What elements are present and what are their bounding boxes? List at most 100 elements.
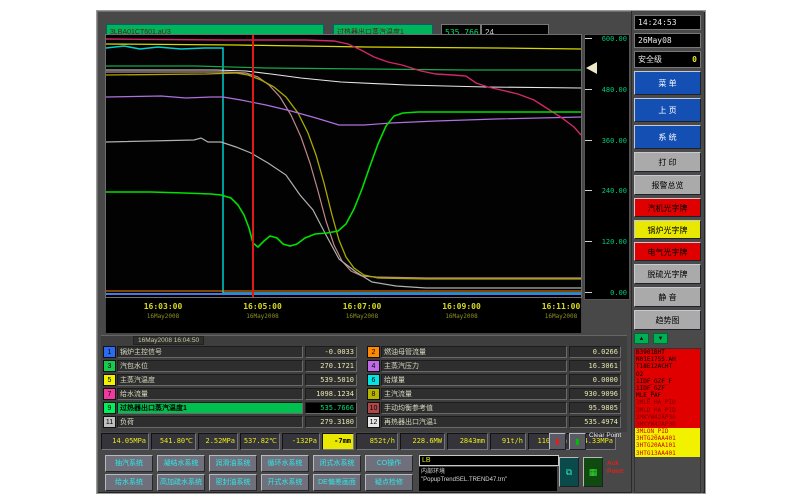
y-tick-label: 120.00 — [602, 238, 627, 246]
alarm-item-2[interactable]: N01E17SS.AH — [635, 356, 700, 363]
legend-point-value: 539.5010 — [305, 374, 357, 386]
trace-4 — [106, 96, 581, 125]
valve-indicator-button-2[interactable]: ▮ — [569, 433, 586, 450]
legend-point-name: 燃油母管流量 — [381, 346, 567, 358]
command-output: 内部环境 "PopupTrendSEL.TREND47.trn" — [419, 467, 557, 491]
alarm-page-up-button[interactable]: ▲ — [634, 333, 649, 344]
status-value-9[interactable]: 2843mm — [447, 433, 488, 450]
toolbar-button-r1-6[interactable]: CO操作 — [365, 455, 413, 472]
sidebar-button-3[interactable]: 系 统 — [634, 125, 701, 149]
sidebar-button-8[interactable]: 电气光字牌 — [634, 242, 701, 261]
y-tick — [585, 292, 592, 293]
alarm-item-13[interactable]: 3HTG20AA401 — [635, 435, 700, 442]
toolbar-button-r2-4[interactable]: 开式水系统 — [261, 474, 309, 491]
legend-point-name: 主蒸汽温度 — [117, 374, 303, 386]
clear-point-label[interactable]: Clear Point — [589, 432, 629, 440]
sidebar-button-2[interactable]: 上 页 — [634, 98, 701, 122]
legend-point-value: 535.4974 — [569, 416, 621, 428]
toolbar-button-r2-2[interactable]: 高加疏水系统 — [157, 474, 205, 491]
valve-indicator-button-1[interactable]: ▮ — [549, 433, 566, 450]
alarm-item-14[interactable]: 3HTG20AA101 — [635, 442, 700, 449]
status-value-2[interactable]: 541.80℃ — [151, 433, 196, 450]
legend-row-8[interactable]: 8主汽流量930.9096 — [367, 388, 621, 400]
current-value-marker-icon — [586, 62, 597, 74]
sidebar-button-10[interactable]: 静 音 — [634, 287, 701, 307]
x-tick-label: 16:09:0016May2008 — [442, 302, 481, 320]
legend-row-6[interactable]: 6给煤量0.0000 — [367, 374, 621, 386]
alarm-item-7[interactable]: MLE_PAF — [635, 392, 700, 399]
toolbar-button-r2-1[interactable]: 给水系统 — [105, 474, 153, 491]
trend-svg — [106, 35, 581, 297]
legend-point-value: 535.7666 — [305, 402, 357, 414]
safety-level: 安全级 0 — [634, 51, 701, 68]
clock-time: 14:24:53 — [634, 15, 701, 30]
status-value-8[interactable]: 228.6MW — [400, 433, 445, 450]
status-value-4[interactable]: 537.82℃ — [240, 433, 280, 450]
sidebar: 14:24:53 26May08 安全级 0 菜 单上 页系 统打 印报警总览汽… — [631, 11, 703, 493]
sidebar-button-1[interactable]: 菜 单 — [634, 71, 701, 95]
toolbar-button-r1-4[interactable]: 循环水系统 — [261, 455, 309, 472]
status-value-7[interactable]: 852t/h — [356, 433, 398, 450]
toolbar-button-r2-3[interactable]: 密封油系统 — [209, 474, 257, 491]
alarm-item-11[interactable]: 3MKYW42AP30 — [635, 421, 700, 428]
status-value-5[interactable]: -132Pa — [282, 433, 320, 450]
legend-row-7[interactable]: 7给水流量1098.1234 — [103, 388, 357, 400]
legend-point-name: 过热器出口蒸汽温度1 — [117, 402, 303, 414]
screen-tool-button[interactable]: ▦ — [583, 457, 603, 487]
legend-point-name: 主蒸汽压力 — [381, 360, 567, 372]
trend-chart[interactable] — [105, 34, 582, 298]
toolbar-button-r2-5[interactable]: DE偏差画面 — [313, 474, 361, 491]
legend-row-12[interactable]: 12再热器出口汽温1535.4974 — [367, 416, 621, 428]
toolbar-button-r2-6[interactable]: 疑点检修 — [365, 474, 413, 491]
legend-row-9[interactable]: 9过热器出口蒸汽温度1535.7666 — [103, 402, 357, 414]
status-value-6[interactable]: -7mm — [322, 433, 354, 450]
legend-point-value: 270.1721 — [305, 360, 357, 372]
alarm-page-down-button[interactable]: ▼ — [653, 333, 668, 344]
alarm-item-12[interactable]: 3MLON_PID — [635, 428, 700, 435]
link-tool-button[interactable]: ⧉ — [559, 457, 579, 487]
trace-12 — [106, 70, 581, 88]
y-tick-label: 600.00 — [602, 35, 627, 43]
legend-row-2[interactable]: 2燃油母管流量0.0266 — [367, 346, 621, 358]
toolbar-button-r1-5[interactable]: 闭式水系统 — [313, 455, 361, 472]
legend-color-chip: 12 — [367, 416, 380, 428]
alarm-item-15[interactable]: 3HTG13AA401 — [635, 450, 700, 457]
alarm-item-4[interactable]: O2 — [635, 371, 700, 378]
status-value-1[interactable]: 14.05MPa — [101, 433, 149, 450]
x-tick-label: 16:11:0016May2008 — [542, 302, 581, 320]
legend-point-name: 汽包水位 — [117, 360, 303, 372]
ack-point-label[interactable]: Ack Point — [607, 460, 631, 476]
alarm-item-9[interactable]: 3MLD_HA_PID — [635, 407, 700, 414]
toolbar-button-r1-3[interactable]: 润滑油系统 — [209, 455, 257, 472]
link-icon: ⧉ — [566, 467, 572, 477]
sidebar-button-11[interactable]: 趋势图 — [634, 310, 701, 330]
screenshot-stage: 3LBA01CT601.aU3 过热器出口蒸汽温度1 535.766 24 60… — [0, 0, 800, 500]
status-value-3[interactable]: 2.52MPa — [198, 433, 238, 450]
y-tick — [585, 38, 592, 39]
legend-row-11[interactable]: 11负荷279.3180 — [103, 416, 357, 428]
y-tick — [585, 140, 592, 141]
legend-row-1[interactable]: 1锅炉主控信号-0.0033 — [103, 346, 357, 358]
alarm-item-1[interactable]: B3901BHT — [635, 349, 700, 356]
legend-point-name: 手动均衡参考值 — [381, 402, 567, 414]
legend-row-4[interactable]: 4主蒸汽压力16.3061 — [367, 360, 621, 372]
sidebar-button-9[interactable]: 脱硫光字牌 — [634, 264, 701, 284]
sidebar-button-6[interactable]: 汽机光字牌 — [634, 198, 701, 217]
sidebar-button-5[interactable]: 报警总览 — [634, 175, 701, 195]
alarm-item-10[interactable]: 3MKYW42AP30 — [635, 414, 700, 421]
status-bar: 14.05MPa541.80℃2.52MPa537.82℃-132Pa-7mm8… — [101, 433, 616, 450]
alarm-item-6[interactable]: 1IDF_GZF — [635, 385, 700, 392]
alarm-item-8[interactable]: 3MLE_HA_PID — [635, 399, 700, 406]
toolbar-button-r1-1[interactable]: 抽汽系统 — [105, 455, 153, 472]
status-value-10[interactable]: 91t/h — [490, 433, 526, 450]
alarm-item-5[interactable]: 1IDF_GZF_F — [635, 378, 700, 385]
legend-row-10[interactable]: 10手动均衡参考值95.9805 — [367, 402, 621, 414]
legend-row-3[interactable]: 3汽包水位270.1721 — [103, 360, 357, 372]
legend-row-5[interactable]: 5主蒸汽温度539.5010 — [103, 374, 357, 386]
sidebar-button-4[interactable]: 打 印 — [634, 152, 701, 172]
y-tick — [585, 241, 592, 242]
command-input[interactable]: LB — [419, 455, 559, 466]
alarm-item-3[interactable]: T18E12ACHT — [635, 363, 700, 370]
toolbar-button-r1-2[interactable]: 凝结水系统 — [157, 455, 205, 472]
sidebar-button-7[interactable]: 锅炉光字牌 — [634, 220, 701, 239]
